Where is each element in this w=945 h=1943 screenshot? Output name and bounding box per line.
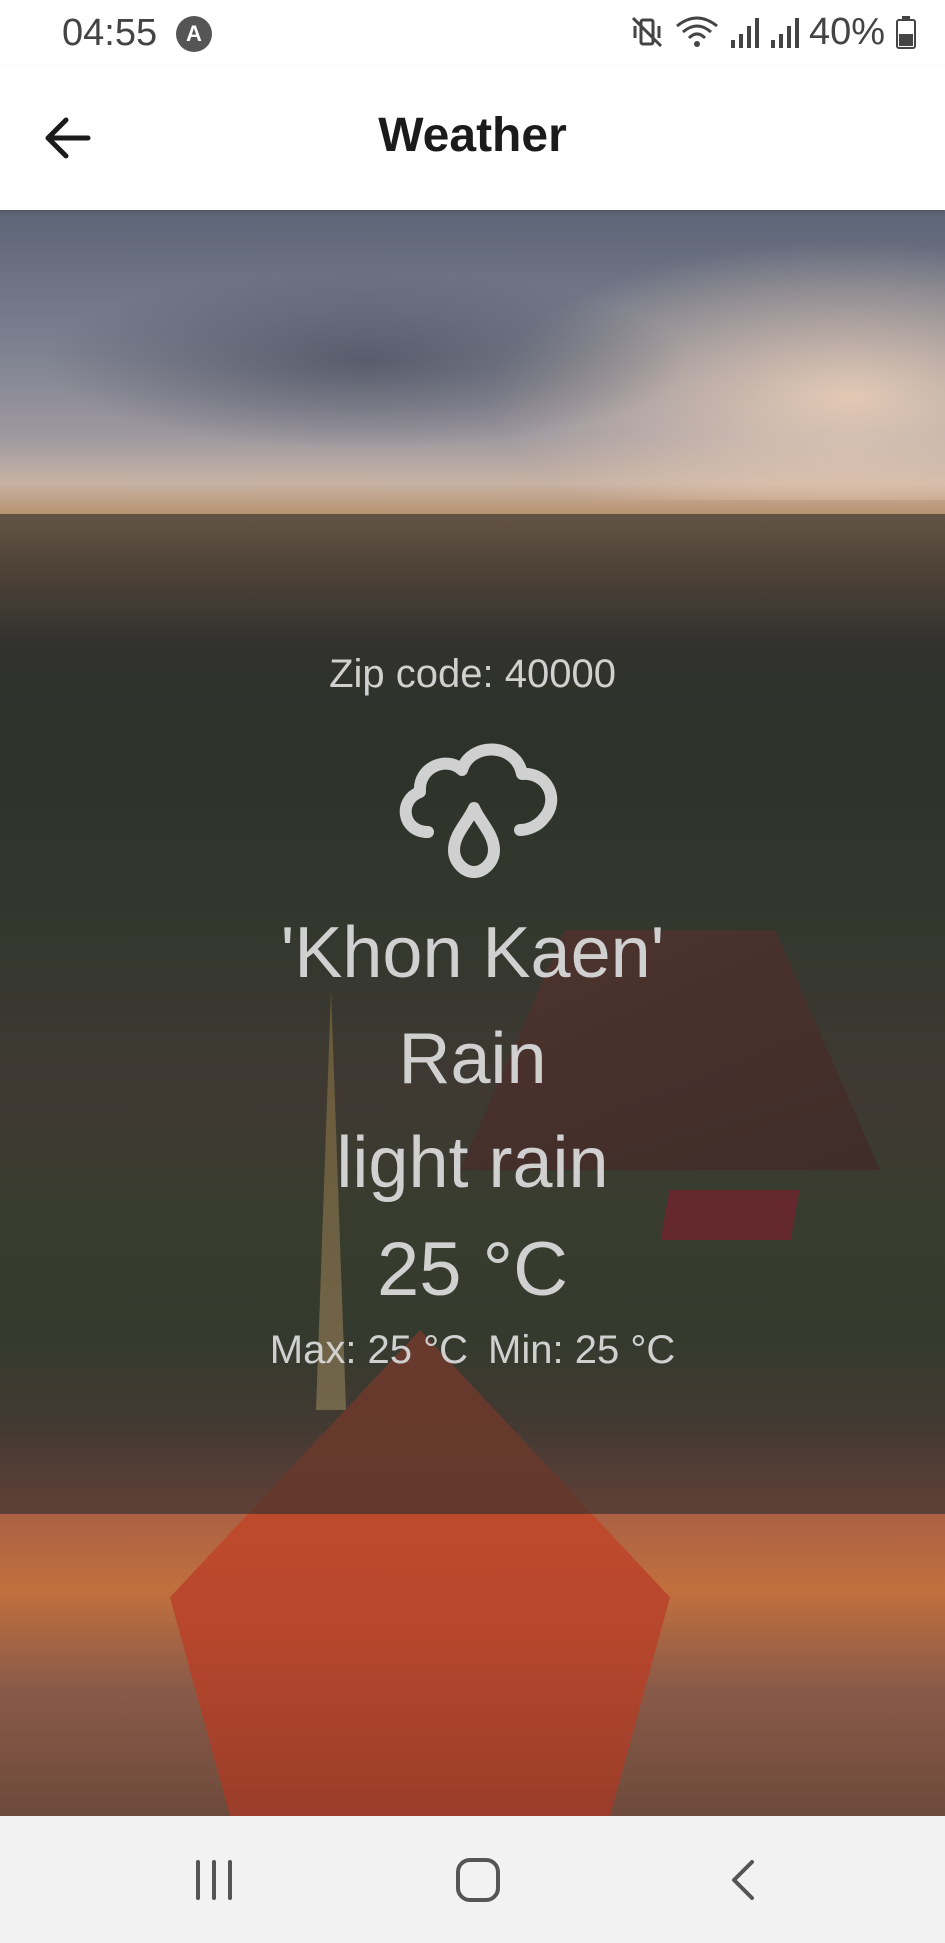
background-photo <box>0 210 945 1816</box>
status-time: 04:55 <box>62 12 158 54</box>
rain-cloud-icon <box>399 743 558 878</box>
app-notification-icon: A <box>176 16 212 52</box>
back-icon <box>732 1860 754 1900</box>
page-title: Weather <box>378 109 567 162</box>
signal-icon <box>730 18 759 48</box>
wifi-icon <box>676 16 718 47</box>
app-bar: Weather <box>0 66 945 210</box>
signal-icon <box>770 18 799 48</box>
max-temperature: Max: 25 °C <box>269 1328 469 1372</box>
weather-description: light rain <box>336 1123 609 1203</box>
zip-code-label: Zip code: 40000 <box>329 652 616 696</box>
home-button[interactable] <box>446 1850 510 1910</box>
weather-main: Rain <box>398 1019 547 1099</box>
system-nav-bar <box>0 1816 945 1943</box>
battery-percent: 40% <box>808 10 885 53</box>
clouds <box>40 270 690 450</box>
status-bar: 04:55 A 40% <box>0 0 945 66</box>
recent-apps-button[interactable] <box>182 1850 246 1910</box>
recent-apps-icon <box>196 1860 232 1900</box>
city-name: 'Khon Kaen' <box>280 913 665 993</box>
battery-icon <box>896 16 916 49</box>
status-icons: 40% <box>629 10 917 54</box>
home-icon <box>456 1858 500 1902</box>
min-max-temperature: Max: 25 °C Min: 25 °C <box>0 1328 945 1373</box>
temperature: 25 °C <box>377 1227 568 1312</box>
min-temperature: Min: 25 °C <box>488 1328 676 1372</box>
nav-back-button[interactable] <box>712 1850 776 1910</box>
mute-vibrate-icon <box>631 16 662 48</box>
